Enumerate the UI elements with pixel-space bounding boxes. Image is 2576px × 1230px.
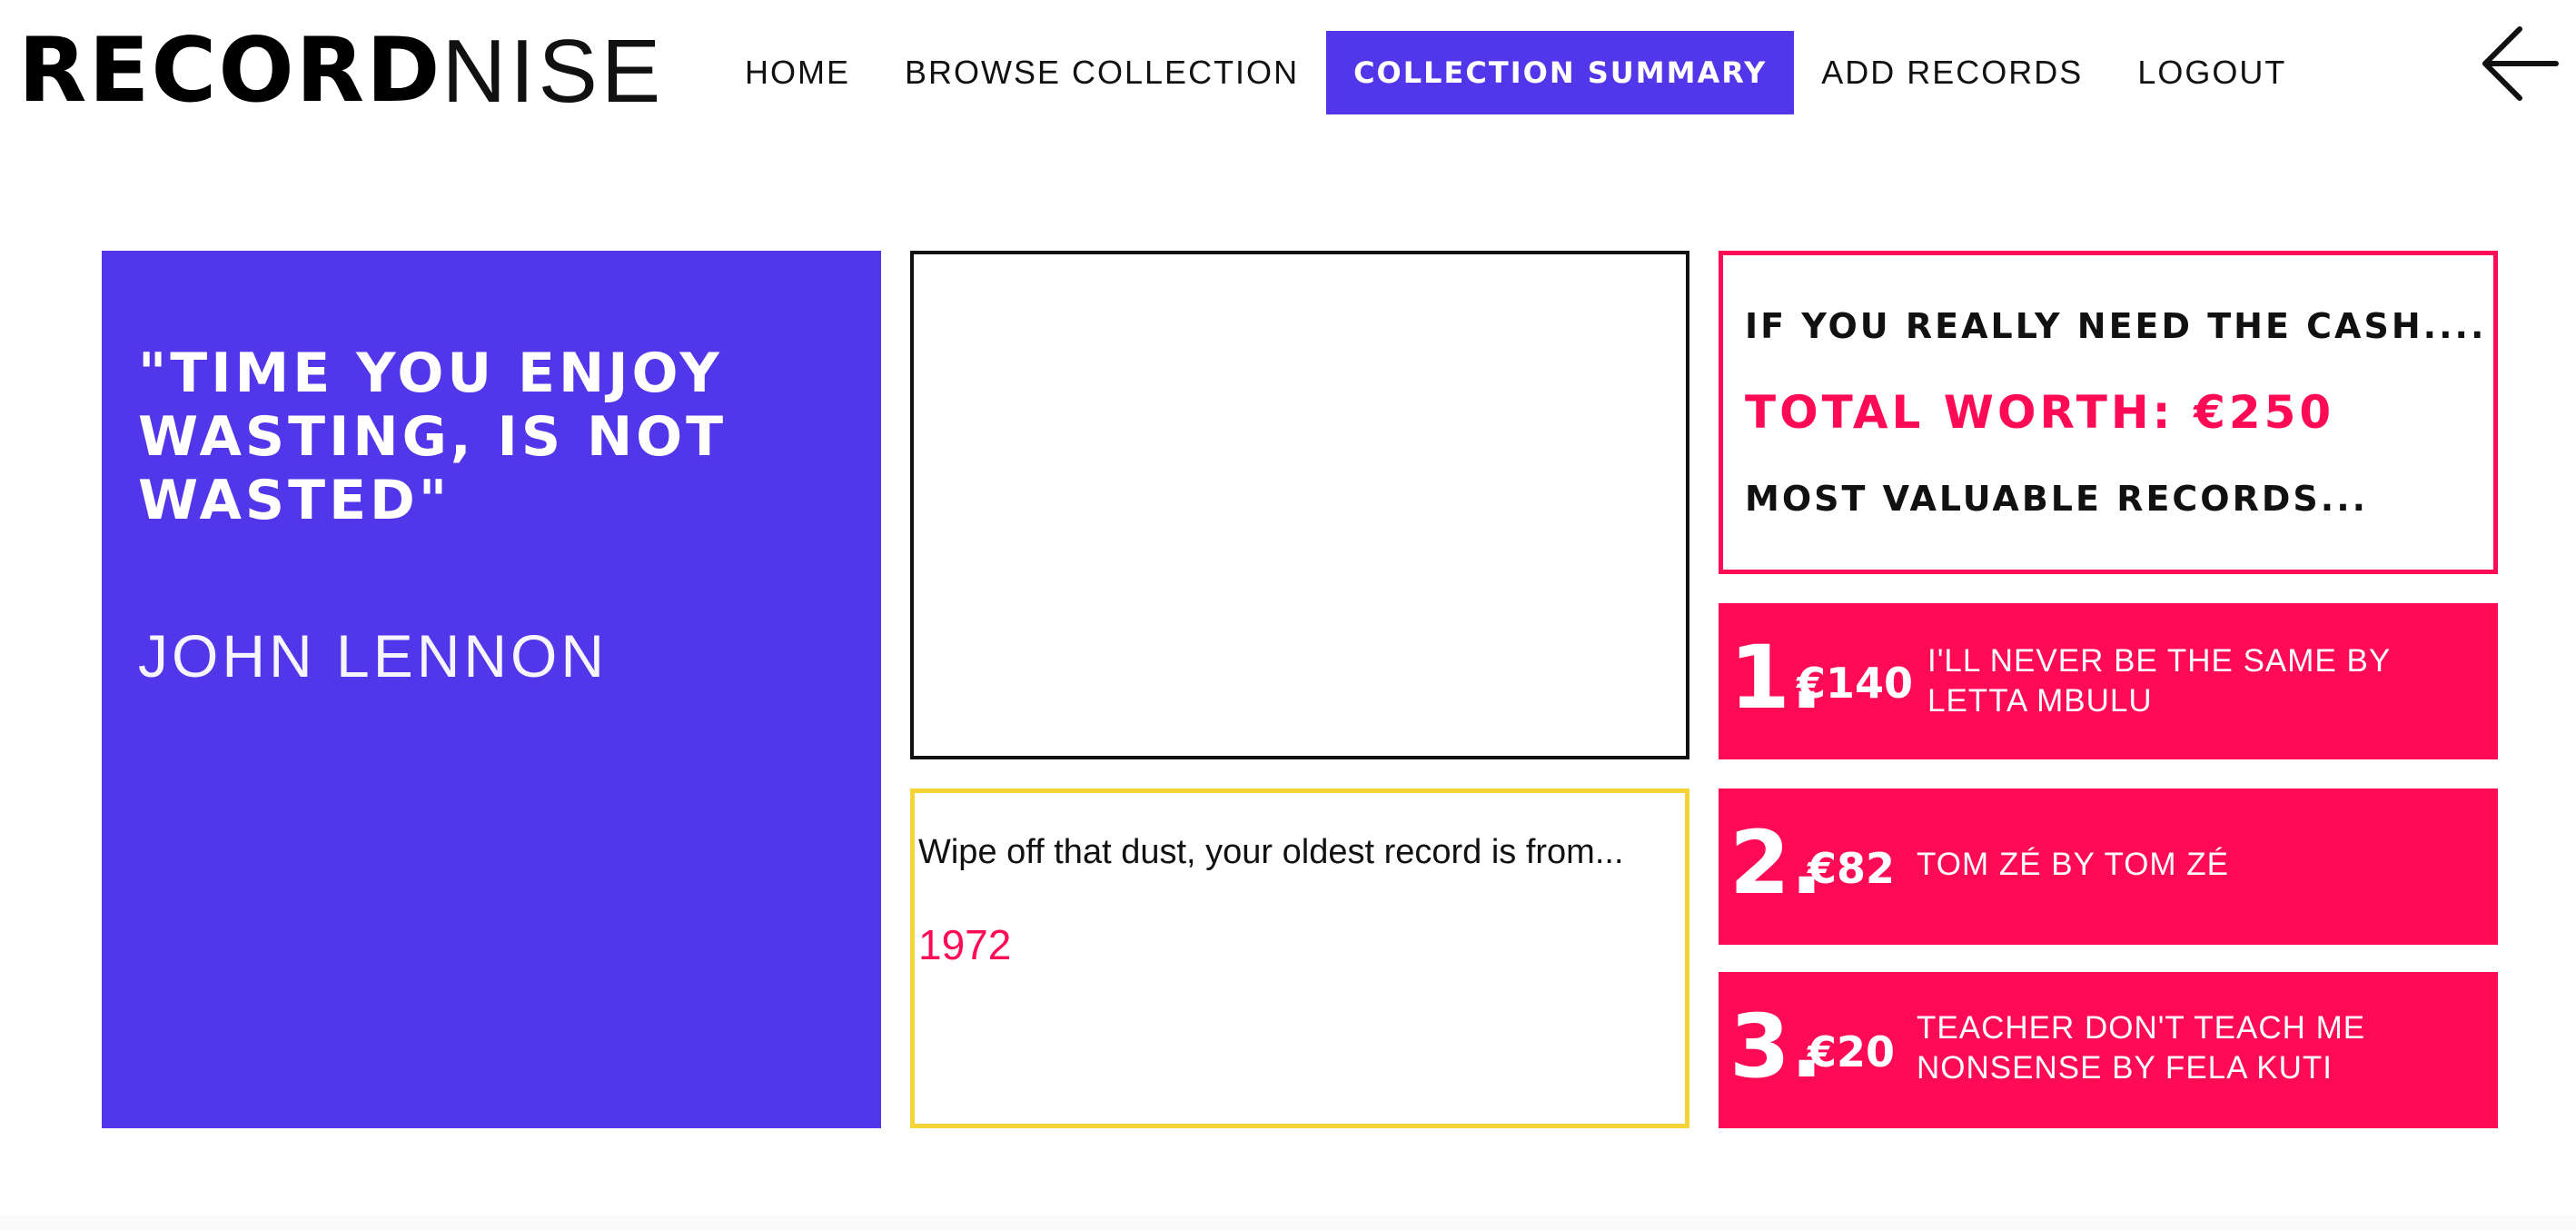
nav-collection-summary[interactable]: COLLECTION SUMMARY	[1326, 31, 1795, 114]
main-nav: HOME BROWSE COLLECTION COLLECTION SUMMAR…	[718, 31, 2313, 114]
oldest-record-text: Wipe off that dust, your oldest record i…	[918, 833, 1624, 871]
top-record-card: 3. €20 TEACHER DON'T TEACH ME NONSENSE B…	[1719, 972, 2498, 1128]
cash-heading: IF YOU REALLY NEED THE CASH....	[1745, 306, 2487, 346]
record-price: €82	[1808, 844, 1896, 893]
most-valuable-heading: MOST VALUABLE RECORDS...	[1745, 479, 2369, 519]
logo-bold-text: RECORD	[18, 19, 442, 123]
record-price: €140	[1797, 659, 1914, 708]
logo-thin-text: NISE	[441, 21, 665, 121]
nav-home[interactable]: HOME	[718, 31, 877, 114]
total-worth-panel: IF YOU REALLY NEED THE CASH.... TOTAL WO…	[1719, 251, 2498, 574]
quote-author: JOHN LENNON	[138, 622, 609, 689]
record-price: €20	[1808, 1027, 1896, 1076]
oldest-record-panel: Wipe off that dust, your oldest record i…	[910, 789, 1689, 1128]
quote-text: "TIME YOU ENJOY WASTING, IS NOT WASTED"	[138, 342, 728, 532]
top-record-card: 2. €82 TOM ZÉ BY TOM ZÉ	[1719, 789, 2498, 945]
record-title: I'LL NEVER BE THE SAME BY LETTA MBULU	[1927, 643, 2391, 719]
oldest-record-year: 1972	[918, 921, 1012, 968]
logo[interactable]: RECORD NISE	[18, 25, 664, 116]
record-title: TEACHER DON'T TEACH ME NONSENSE BY FELA …	[1917, 1010, 2366, 1086]
record-title: TOM ZÉ BY TOM ZÉ	[1917, 847, 2230, 882]
total-worth: TOTAL WORTH: €250	[1745, 386, 2335, 439]
nav-logout[interactable]: LOGOUT	[2110, 31, 2313, 114]
chart-placeholder-panel	[910, 251, 1689, 759]
footer-strip	[0, 1215, 2576, 1230]
top-record-card: 1. €140 I'LL NEVER BE THE SAME BY LETTA …	[1719, 603, 2498, 759]
nav-add-records[interactable]: ADD RECORDS	[1794, 31, 2110, 114]
quote-panel: "TIME YOU ENJOY WASTING, IS NOT WASTED" …	[102, 251, 881, 1128]
header: RECORD NISE HOME BROWSE COLLECTION COLLEC…	[0, 0, 2576, 145]
nav-browse-collection[interactable]: BROWSE COLLECTION	[877, 31, 1326, 114]
arrow-left-icon[interactable]	[2480, 24, 2560, 104]
